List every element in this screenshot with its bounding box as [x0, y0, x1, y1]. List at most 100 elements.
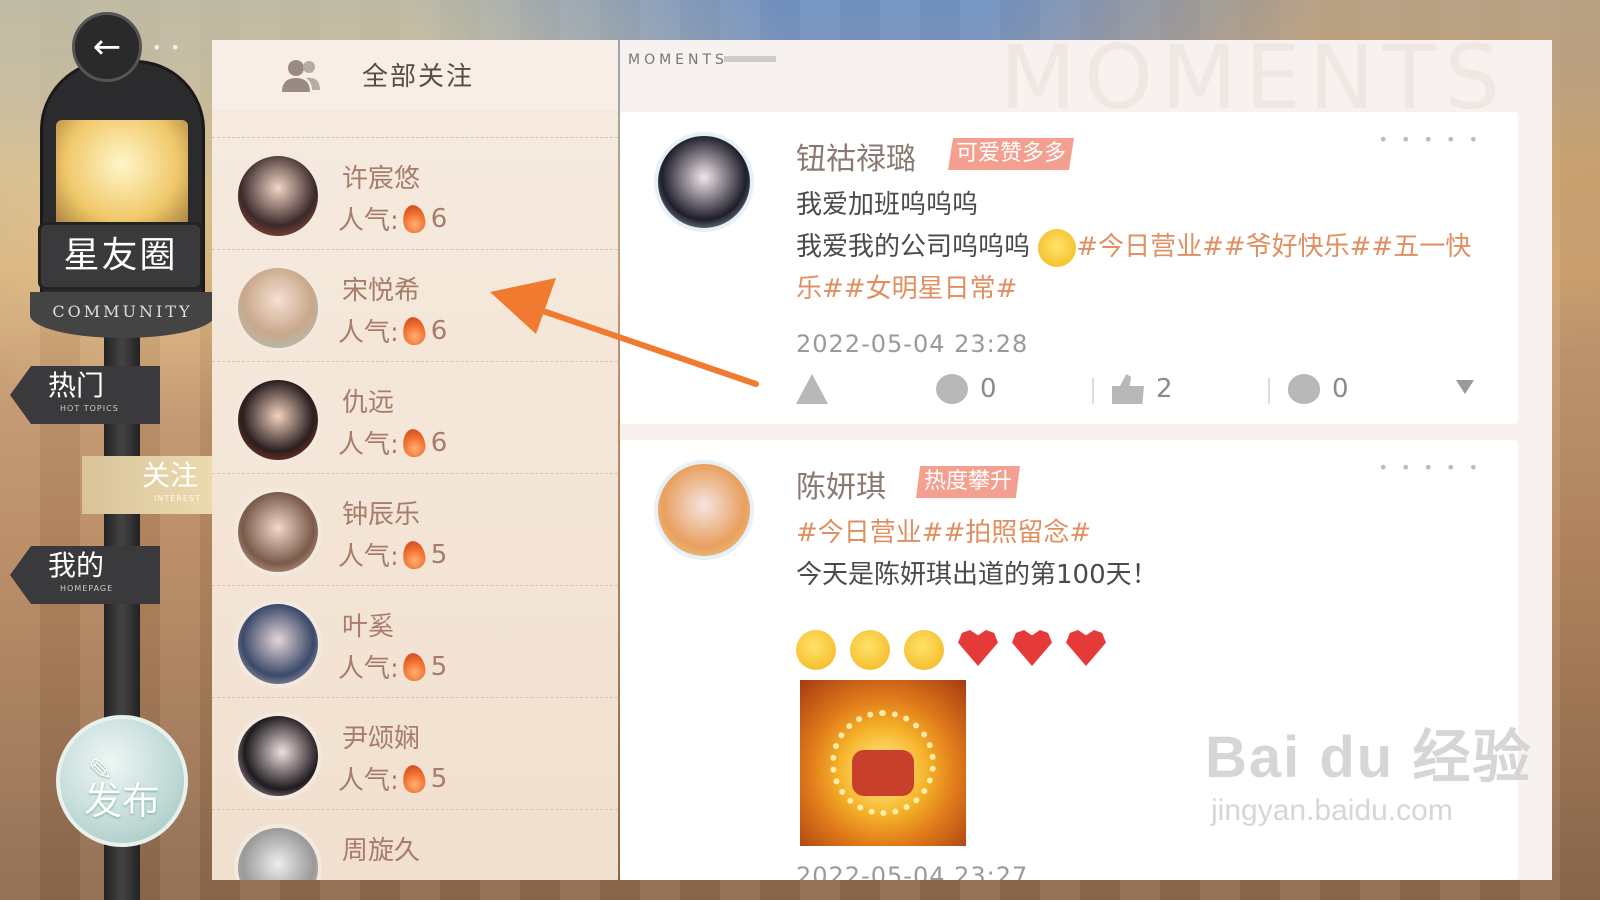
tab-homepage-sub: HOMEPAGE	[60, 584, 114, 593]
popularity-label: 人气:	[338, 766, 399, 796]
flame-icon	[400, 203, 427, 234]
popularity-label: 人气:	[338, 206, 399, 236]
people-icon	[282, 60, 320, 92]
comment-icon	[1288, 374, 1320, 404]
post-text: 我爱加班呜呜呜 我爱我的公司呜呜呜 #今日营业##爷好快乐##五一快乐##女明星…	[796, 184, 1476, 310]
popularity: 人气: 5	[338, 536, 447, 573]
tab-hot-topics[interactable]: 热门 HOT TOPICS	[10, 366, 160, 424]
post-tags[interactable]: #今日营业##拍照留念#	[796, 512, 1476, 554]
popularity-value: 5	[430, 539, 448, 570]
list-item-partial	[212, 112, 618, 138]
more-options-icon[interactable]: • • • • •	[1378, 458, 1482, 477]
author-badge: 可爱赞多多	[948, 138, 1075, 170]
rose-emoji-icon	[796, 630, 836, 670]
community-sign: 星友圈	[38, 222, 203, 290]
divider	[1268, 378, 1270, 404]
pen-icon: ✎	[88, 753, 114, 788]
image-center	[852, 750, 914, 796]
follow-name: 仇远	[342, 388, 395, 418]
follow-name: 许宸悠	[342, 164, 421, 194]
heart-icon	[1012, 630, 1052, 666]
post-line: 今天是陈妍琪出道的第100天！	[796, 560, 1158, 590]
list-item[interactable]: 仇远 人气: 6	[212, 362, 618, 474]
flame-icon	[400, 315, 427, 346]
post-line-with-tags: 我爱我的公司呜呜呜 #今日营业##爷好快乐##五一快乐##女明星日常#	[796, 226, 1476, 310]
post-time: 2022-05-04 23:27	[796, 862, 1029, 880]
baidu-watermark: Bai du 经验 jingyan.baidu.com	[1205, 710, 1532, 828]
popularity-value: 5	[430, 651, 448, 682]
popularity-label: 人气:	[338, 318, 399, 348]
report-button[interactable]	[796, 374, 840, 404]
heart-icon	[1066, 630, 1106, 666]
more-options-icon[interactable]: • • • • •	[1378, 130, 1482, 149]
divider	[1092, 378, 1094, 404]
follow-name: 钟辰乐	[342, 500, 421, 530]
share-count: 0	[980, 374, 997, 404]
tab-hot-label: 热门	[48, 369, 105, 402]
tab-homepage[interactable]: 我的 HOMEPAGE	[10, 546, 160, 604]
author-name[interactable]: 陈妍琪	[796, 462, 886, 506]
popularity-value: 6	[430, 427, 448, 458]
thumbs-up-icon	[1112, 374, 1144, 404]
popularity-value: 6	[430, 315, 448, 346]
popularity: 人气: 5	[338, 648, 447, 685]
rose-emoji-icon	[850, 630, 890, 670]
post-line: 我爱加班呜呜呜	[796, 190, 979, 220]
follow-list-title: 全部关注	[362, 62, 475, 92]
watermark-url: jingyan.baidu.com	[1211, 794, 1453, 827]
follow-name: 尹颂娴	[342, 724, 421, 754]
avatar	[234, 824, 322, 880]
author-name[interactable]: 钮祜禄璐	[796, 134, 916, 178]
list-item[interactable]: 宋悦希 人气: 6	[212, 250, 618, 362]
list-item[interactable]: 周旋久	[212, 810, 618, 880]
popularity-label: 人气:	[338, 654, 399, 684]
avatar	[234, 264, 322, 352]
like-count: 2	[1156, 374, 1173, 404]
tab-homepage-label: 我的	[48, 549, 105, 582]
follow-name: 周旋久	[342, 836, 421, 866]
moment-post: 钮祜禄璐 可爱赞多多 • • • • • 我爱加班呜呜呜 我爱我的公司呜呜呜 #…	[620, 112, 1518, 424]
post-image[interactable]	[800, 680, 966, 846]
crying-emoji-icon	[1038, 228, 1077, 267]
author-avatar[interactable]	[654, 460, 754, 560]
share-icon	[936, 374, 968, 404]
popularity: 人气: 6	[338, 312, 447, 349]
heart-icon	[958, 630, 998, 666]
popularity-value: 6	[430, 203, 448, 234]
list-item[interactable]: 许宸悠 人气: 6	[212, 138, 618, 250]
author-avatar[interactable]	[654, 132, 754, 232]
like-button[interactable]: 2	[1112, 374, 1173, 404]
popularity: 人气: 6	[338, 200, 447, 237]
back-button[interactable]: ←	[72, 12, 142, 82]
emoji-row	[796, 630, 1106, 670]
follow-list-header[interactable]: 全部关注	[212, 40, 618, 110]
comment-count: 0	[1332, 374, 1349, 404]
popularity: 人气: 6	[338, 424, 447, 461]
moments-underline	[724, 56, 776, 62]
rose-emoji-icon	[904, 630, 944, 670]
avatar	[234, 488, 322, 576]
watermark-brand: Bai du 经验	[1205, 725, 1533, 790]
avatar	[234, 712, 322, 800]
author-badge: 热度攀升	[916, 466, 1021, 498]
flame-icon	[400, 763, 427, 794]
post-time: 2022-05-04 23:28	[796, 330, 1029, 358]
flame-icon	[400, 651, 427, 682]
share-button[interactable]: 0	[936, 374, 997, 404]
list-item[interactable]: 尹颂娴 人气: 5	[212, 698, 618, 810]
follow-name: 宋悦希	[342, 276, 421, 306]
popularity-value: 5	[430, 763, 448, 794]
list-item[interactable]: 叶奚 人气: 5	[212, 586, 618, 698]
flame-icon	[400, 539, 427, 570]
publish-button[interactable]: ✎ 发布	[56, 715, 188, 847]
popularity-label: 人气:	[338, 430, 399, 460]
tab-hot-sub: HOT TOPICS	[60, 404, 119, 413]
comment-button[interactable]: 0	[1288, 374, 1349, 404]
list-item[interactable]: 钟辰乐 人气: 5	[212, 474, 618, 586]
popularity-label: 人气:	[338, 542, 399, 572]
moments-label: MOMENTS	[628, 52, 728, 68]
warning-icon	[796, 374, 828, 404]
expand-chevron-icon[interactable]	[1456, 380, 1474, 394]
lamp-glass	[56, 120, 188, 230]
follow-list: 许宸悠 人气: 6 宋悦希 人气: 6 仇远 人气: 6 钟辰乐 人气: 5 叶奚 人气…	[212, 112, 618, 880]
